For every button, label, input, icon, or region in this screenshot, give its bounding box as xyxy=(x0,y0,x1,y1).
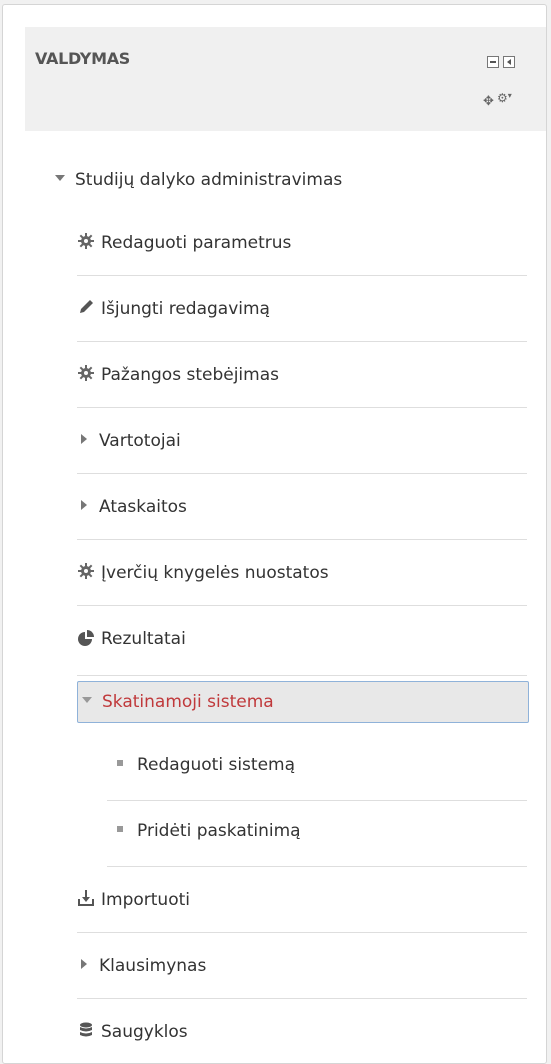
bullet-icon xyxy=(117,760,123,766)
pencil-icon xyxy=(80,300,93,313)
tree-root[interactable]: Studijų dalyko administravimas xyxy=(55,170,342,190)
gear-icon xyxy=(78,365,94,381)
database-icon xyxy=(80,1022,92,1037)
menu-item-label: Skatinamoji sistema xyxy=(102,692,274,712)
menu-item-label: Importuoti xyxy=(101,890,190,910)
move-icon[interactable]: ✥ xyxy=(483,95,494,108)
menu-item-label: Pažangos stebėjimas xyxy=(101,365,279,385)
menu-item-label: Išjungti redagavimą xyxy=(101,299,270,319)
gear-icon xyxy=(78,563,94,579)
dock-left-icon[interactable] xyxy=(503,56,515,68)
menu-item-label: Ataskaitos xyxy=(99,497,187,517)
menu-item-label: Rezultatai xyxy=(101,629,186,649)
submenu-item-label: Pridėti paskatinimą xyxy=(137,821,301,841)
menu-item-label: Saugyklos xyxy=(101,1022,188,1042)
triangle-right-icon xyxy=(81,434,87,444)
triangle-right-icon xyxy=(81,959,87,969)
menu-item-outcomes[interactable]: Rezultatai xyxy=(77,606,527,676)
menu-item-edit-settings[interactable]: Redaguoti parametrus xyxy=(77,210,527,276)
menu-item-users[interactable]: Vartotojai xyxy=(77,408,527,474)
submenu-item-edit-system[interactable]: Redaguoti sistemą xyxy=(107,735,527,801)
triangle-down-icon xyxy=(55,175,65,181)
menu-item-label: Vartotojai xyxy=(99,431,181,451)
menu-item-reports[interactable]: Ataskaitos xyxy=(77,474,527,540)
menu-item-label: Klausimynas xyxy=(99,956,207,976)
tree-root-label: Studijų dalyko administravimas xyxy=(75,170,343,190)
pie-chart-icon xyxy=(78,630,94,646)
menu-item-badges-system[interactable]: Skatinamoji sistema xyxy=(77,681,529,723)
menu-item-disable-editing[interactable]: Išjungti redagavimą xyxy=(77,276,527,342)
submenu-item-add-badge[interactable]: Pridėti paskatinimą xyxy=(107,801,527,867)
triangle-right-icon xyxy=(81,500,87,510)
triangle-down-icon xyxy=(82,697,92,703)
administration-block: VALDYMAS ✥ ⚙▾ Studijų dalyko administrav… xyxy=(2,4,547,1064)
menu-item-repositories[interactable]: Saugyklos xyxy=(77,999,527,1063)
menu-item-label: Įverčių knygelės nuostatos xyxy=(101,563,329,583)
menu-item-label: Redaguoti parametrus xyxy=(101,233,292,253)
menu-item-gradebook-setup[interactable]: Įverčių knygelės nuostatos xyxy=(77,540,527,606)
bullet-icon xyxy=(117,826,123,832)
menu-item-progress-tracking[interactable]: Pažangos stebėjimas xyxy=(77,342,527,408)
menu-item-import[interactable]: Importuoti xyxy=(77,867,527,933)
import-icon xyxy=(78,890,94,906)
submenu-item-label: Redaguoti sistemą xyxy=(137,755,296,775)
gear-icon xyxy=(78,233,94,249)
block-header: VALDYMAS ✥ ⚙▾ xyxy=(25,27,546,131)
gear-icon[interactable]: ⚙▾ xyxy=(497,92,512,105)
block-title: VALDYMAS xyxy=(35,49,131,68)
minus-square-icon[interactable] xyxy=(487,56,499,68)
menu-item-question-bank[interactable]: Klausimynas xyxy=(77,933,527,999)
